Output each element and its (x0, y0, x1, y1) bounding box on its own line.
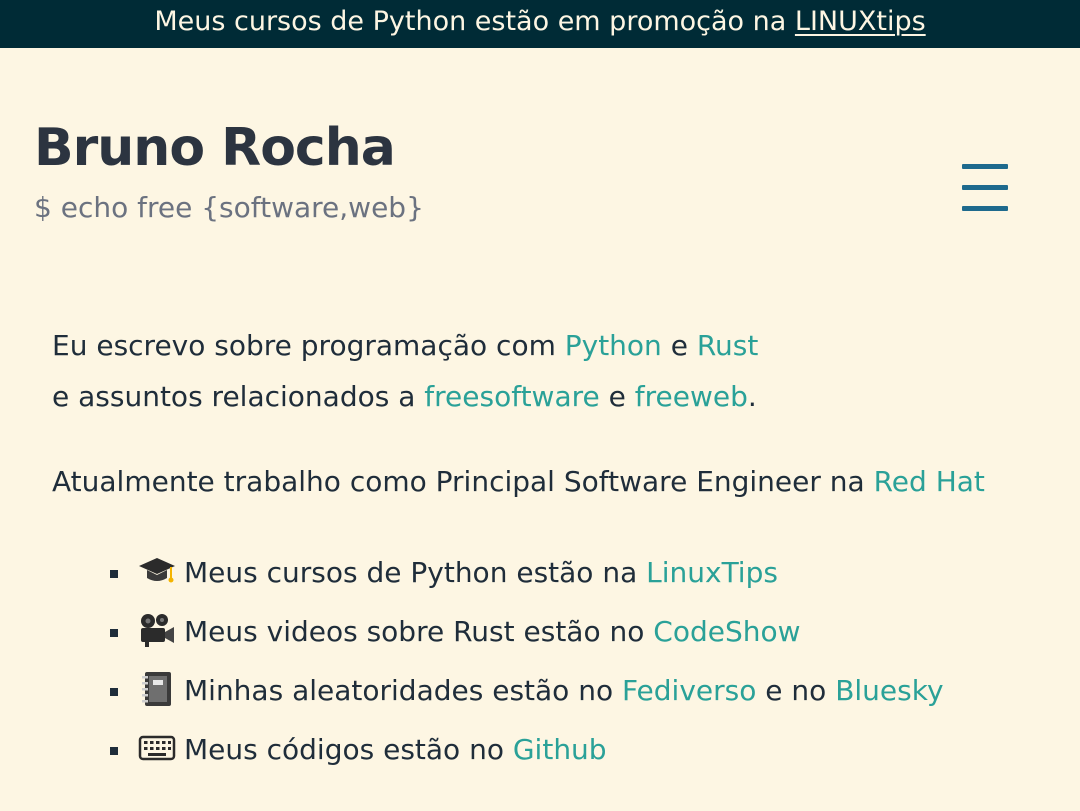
list-item-text: Minhas aleatoridades estão no (184, 674, 622, 707)
movie-camera-icon (138, 611, 176, 649)
menu-bar-top (962, 164, 1008, 169)
intro-paragraph: Eu escrevo sobre programação com Python … (52, 320, 1042, 422)
list-item: Meus códigos estão no Github (110, 720, 1042, 779)
intro-and-2: e (599, 380, 635, 413)
github-link[interactable]: Github (513, 733, 607, 766)
graduation-cap-icon (138, 552, 176, 590)
list-item: Meus cursos de Python estão na LinuxTips (110, 543, 1042, 602)
freesoftware-link[interactable]: freesoftware (424, 380, 599, 413)
work-text: Atualmente trabalho como Principal Softw… (52, 465, 874, 498)
promo-linuxtips-link[interactable]: LINUXtips (795, 6, 926, 37)
promo-banner: Meus cursos de Python estão em promoção … (0, 0, 1080, 48)
list-item-text: Meus videos sobre Rust estão no (184, 615, 654, 648)
notebook-icon (138, 670, 176, 708)
menu-bar-bottom (962, 206, 1008, 211)
intro-text-1: Eu escrevo sobre programação com (52, 329, 565, 362)
bluesky-link[interactable]: Bluesky (835, 674, 943, 707)
keyboard-icon (138, 729, 176, 767)
promo-text: Meus cursos de Python estão em promoção … (154, 6, 795, 37)
intro-and-1: e (661, 329, 697, 362)
list-item: Meus videos sobre Rust estão no CodeShow (110, 602, 1042, 661)
list-item-text: Meus códigos estão no (184, 733, 513, 766)
list-item-middle-text: e no (756, 674, 836, 707)
hamburger-menu-icon[interactable] (958, 162, 1012, 214)
fediverso-link[interactable]: Fediverso (622, 674, 756, 707)
freeweb-link[interactable]: freeweb (635, 380, 748, 413)
intro-period: . (747, 380, 757, 413)
python-link[interactable]: Python (565, 329, 662, 362)
redhat-link[interactable]: Red Hat (874, 465, 985, 498)
linuxtips-link[interactable]: LinuxTips (646, 556, 778, 589)
list-item: Minhas aleatoridades estão no Fediverso … (110, 661, 1042, 720)
menu-bar-middle (962, 185, 1008, 190)
site-title[interactable]: Bruno Rocha (34, 112, 396, 184)
rust-link[interactable]: Rust (697, 329, 759, 362)
site-subtitle: $ echo free {software,web} (34, 191, 424, 224)
list-item-text: Meus cursos de Python estão na (184, 556, 647, 589)
main-content: Eu escrevo sobre programação com Python … (52, 320, 1042, 779)
work-paragraph: Atualmente trabalho como Principal Softw… (52, 456, 1042, 507)
intro-text-2: e assuntos relacionados a (52, 380, 425, 413)
links-list: Meus cursos de Python estão na LinuxTips… (52, 543, 1042, 779)
codeshow-link[interactable]: CodeShow (653, 615, 800, 648)
